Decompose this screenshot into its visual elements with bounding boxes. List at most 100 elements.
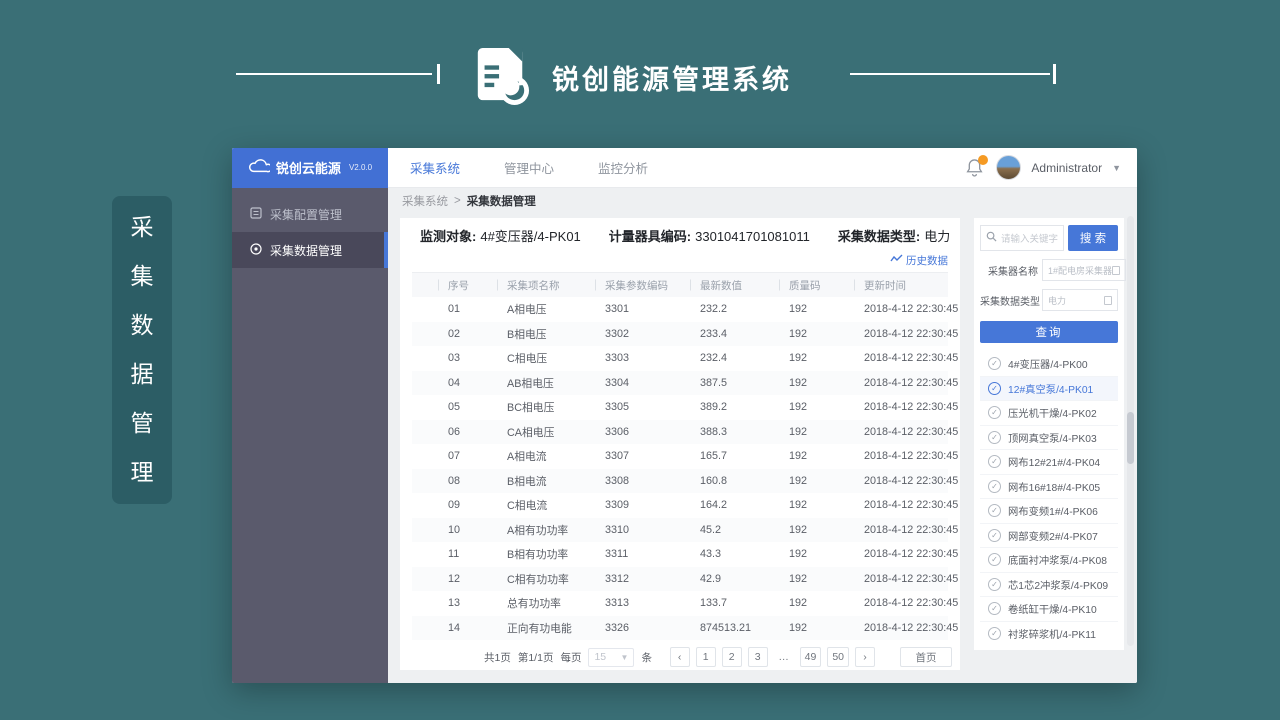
tab-management-center[interactable]: 管理中心 [504,158,554,177]
page-number-button[interactable]: 3 [748,647,768,667]
chevron-down-icon[interactable]: ▼ [1112,163,1121,173]
table-cell: 3312 [569,573,664,585]
per-page-select[interactable]: 15 ▼ [588,648,634,667]
table-row[interactable]: 09C相电流3309164.21922018-4-12 22:30:45 [412,493,948,518]
table-row[interactable]: 03C相电压3303232.41922018-4-12 22:30:45 [412,346,948,371]
device-list-item[interactable]: ✓衬浆碎浆机/4-PK11 [980,622,1118,647]
table-row[interactable]: 11B相有功功率331143.31922018-4-12 22:30:45 [412,542,948,567]
device-list-item[interactable]: ✓12#真空泵/4-PK01 [980,377,1118,402]
page-number-button[interactable]: 1 [696,647,716,667]
check-circle-icon: ✓ [988,529,1001,542]
search-input[interactable]: 请输入关键字 [980,225,1064,251]
data-icon [250,243,262,258]
check-circle-icon: ✓ [988,602,1001,615]
sidebar-item-collect-data[interactable]: 采集数据管理 [232,232,388,268]
table-cell: 13 [412,597,471,609]
table-cell: 07 [412,450,471,462]
table-cell: C相电压 [471,350,569,366]
table-row[interactable]: 08B相电流3308160.81922018-4-12 22:30:45 [412,469,948,494]
collector-name-select[interactable]: 1#配电房采集器 [1042,259,1126,281]
table-cell: 2018-4-12 22:30:45 [828,328,958,340]
table-cell: C相电流 [471,497,569,513]
table-row[interactable]: 07A相电流3307165.71922018-4-12 22:30:45 [412,444,948,469]
device-list-item[interactable]: ✓网布16#18#/4-PK05 [980,475,1118,500]
table-row[interactable]: 05BC相电压3305389.21922018-4-12 22:30:45 [412,395,948,420]
device-list-item[interactable]: ✓芯1芯2冲浆泵/4-PK09 [980,573,1118,598]
table-cell: 2018-4-12 22:30:45 [828,524,958,536]
table-row[interactable]: 04AB相电压3304387.51922018-4-12 22:30:45 [412,371,948,396]
bell-icon[interactable] [966,158,986,178]
table-cell: 09 [412,499,471,511]
next-page-button[interactable]: › [855,647,875,667]
device-list-item[interactable]: ✓压光机干燥/4-PK02 [980,401,1118,426]
search-icon [986,229,997,247]
monitor-object-value: 4#变压器/4-PK01 [480,229,580,244]
device-name: 顶网真空泵/4-PK03 [1008,430,1097,445]
device-list-item[interactable]: ✓4#变压器/4-PK00 [980,352,1118,377]
table-row[interactable]: 06CA相电压3306388.31922018-4-12 22:30:45 [412,420,948,445]
table-cell: 192 [753,573,828,585]
scrollbar-thumb[interactable] [1127,412,1134,464]
table-header-cell: 更新时间 [828,278,948,293]
table-cell: 3311 [569,548,664,560]
table-cell: 2018-4-12 22:30:45 [828,303,958,315]
meter-code-value: 3301041701081011 [695,229,810,244]
breadcrumb-root[interactable]: 采集系统 [402,193,448,209]
collector-name-value: 1#配电房采集器 [1048,264,1112,277]
table-cell: 232.4 [664,352,753,364]
table-cell: 04 [412,377,471,389]
app-window: 锐创云能源 V2.0.0 采集系统 管理中心 监控分析 Administrato… [232,148,1137,683]
history-data-link[interactable]: 历史数据 [906,253,948,268]
table-cell: 2018-4-12 22:30:45 [828,573,958,585]
table-cell: 3305 [569,401,664,413]
chevron-down-icon: ▼ [621,653,629,662]
table-row[interactable]: 01A相电压3301232.21922018-4-12 22:30:45 [412,297,948,322]
table-row[interactable]: 14正向有功电能3326874513.211922018-4-12 22:30:… [412,616,948,641]
device-list-item[interactable]: ✓网布变频1#/4-PK06 [980,499,1118,524]
device-name: 卷纸缸干燥/4-PK10 [1008,601,1097,616]
dropdown-icon [1112,266,1120,275]
table-cell: 42.9 [664,573,753,585]
tab-monitor-analysis[interactable]: 监控分析 [598,158,648,177]
table-cell: 3313 [569,597,664,609]
table-row[interactable]: 10A相有功功率331045.21922018-4-12 22:30:45 [412,518,948,543]
prev-page-button[interactable]: ‹ [670,647,690,667]
device-list-item[interactable]: ✓顶网真空泵/4-PK03 [980,426,1118,451]
device-name: 12#真空泵/4-PK01 [1008,381,1093,396]
user-name[interactable]: Administrator [1031,161,1102,175]
first-page-button[interactable]: 首页 [900,647,952,667]
device-list-item[interactable]: ✓ 网部变频2#/4-PK07 [980,524,1118,549]
device-list-item[interactable]: ✓底面衬冲浆泵/4-PK08 [980,548,1118,573]
page-number-button[interactable]: 49 [800,647,822,667]
meter-code-label: 计量器具编码: [609,229,691,244]
table-cell: 192 [753,597,828,609]
breadcrumb: 采集系统 > 采集数据管理 [388,188,1137,214]
table-cell: B相电压 [471,326,569,342]
avatar[interactable] [996,155,1021,180]
search-button[interactable]: 搜 索 [1068,225,1118,251]
data-type-select[interactable]: 电力 [1042,289,1118,311]
table-row[interactable]: 02B相电压3302233.41922018-4-12 22:30:45 [412,322,948,347]
device-list-item[interactable]: ✓网布12#21#/4-PK04 [980,450,1118,475]
table-body: 01A相电压3301232.21922018-4-12 22:30:4502B相… [412,297,948,640]
data-type-filter-value: 电力 [1048,294,1066,307]
table-cell: 192 [753,475,828,487]
breadcrumb-separator: > [454,195,461,207]
table-row[interactable]: 13总有功功率3313133.71922018-4-12 22:30:45 [412,591,948,616]
device-name: 芯1芯2冲浆泵/4-PK09 [1008,577,1108,592]
app-logo: 锐创云能源 V2.0.0 [232,148,388,188]
sidebar-item-collect-config[interactable]: 采集配置管理 [232,196,388,232]
table-cell: 192 [753,622,828,634]
cloud-icon [248,157,270,178]
page-number-button[interactable]: 50 [827,647,849,667]
table-cell: C相有功功率 [471,571,569,587]
query-button[interactable]: 查询 [980,321,1118,343]
table-cell: CA相电压 [471,424,569,440]
table-row[interactable]: 12C相有功功率331242.91922018-4-12 22:30:45 [412,567,948,592]
tab-collect-system[interactable]: 采集系统 [410,158,460,177]
page-number-button[interactable]: 2 [722,647,742,667]
device-list-item[interactable]: ✓ 卷纸缸干燥/4-PK10 [980,597,1118,622]
check-circle-icon: ✓ [988,406,1001,419]
device-name: 网部变频2#/4-PK07 [1008,528,1098,543]
section-label-card: 采集数据管理 [112,196,172,504]
